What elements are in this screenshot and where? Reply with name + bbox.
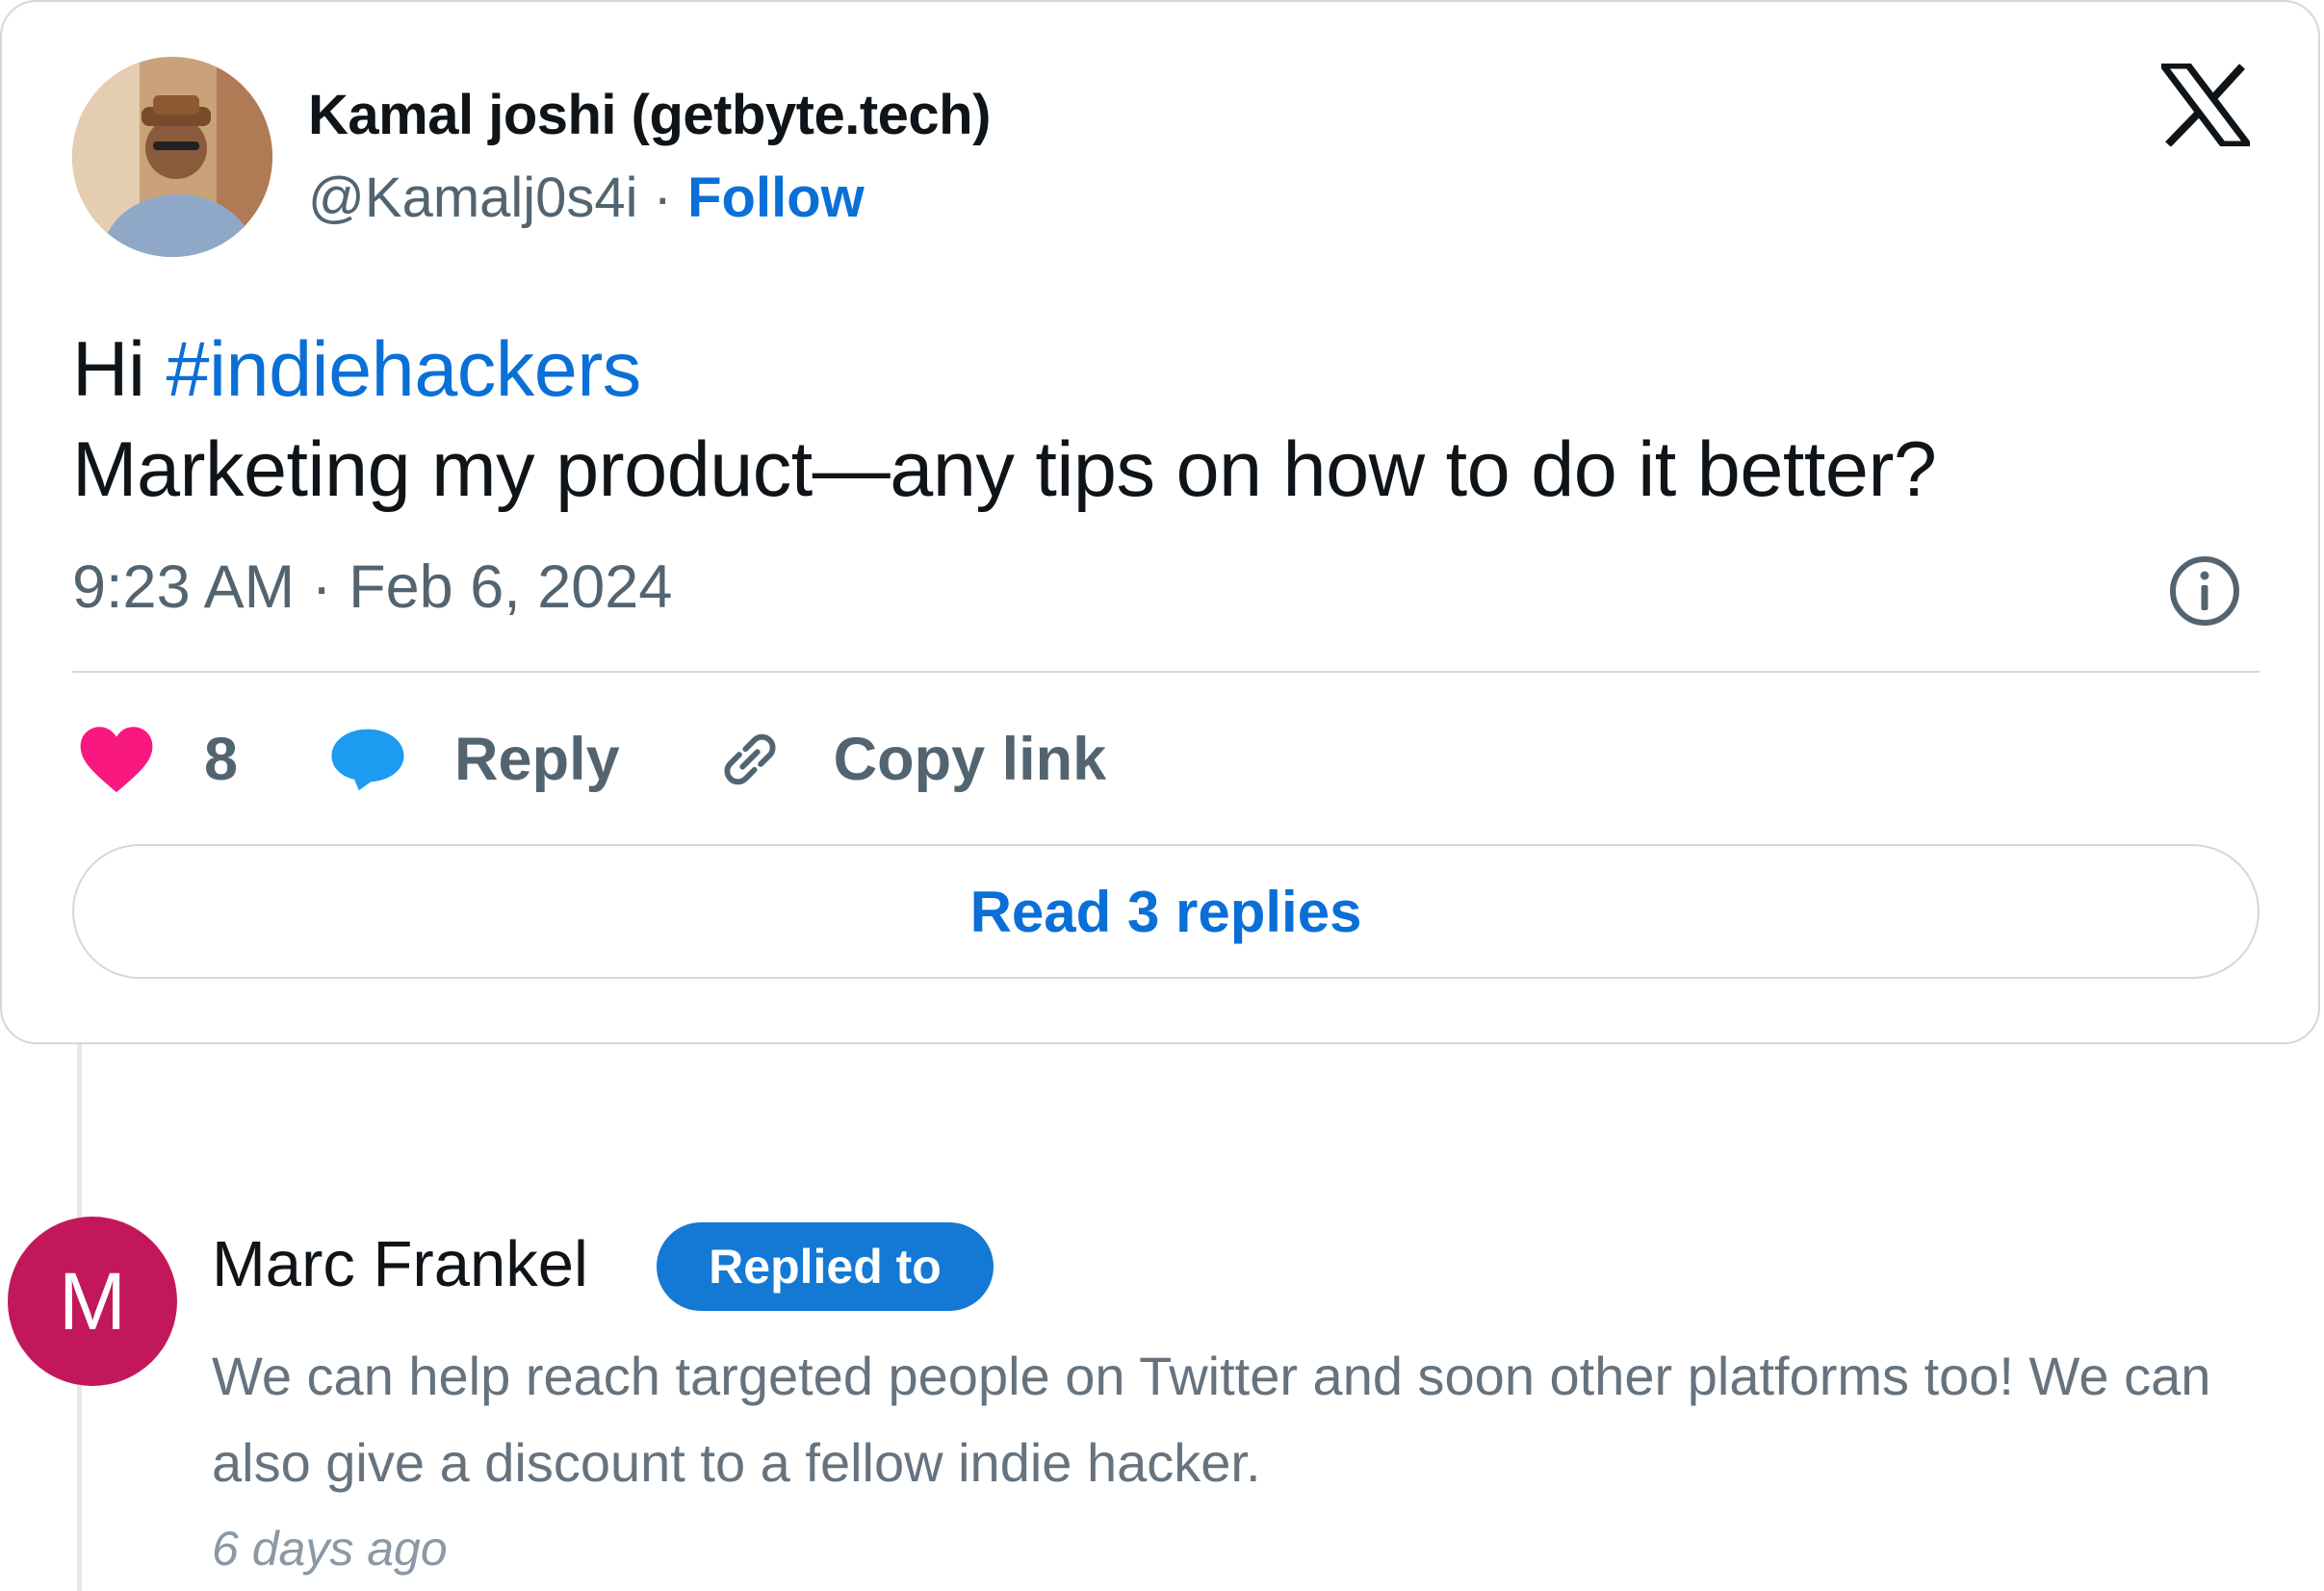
reply-button[interactable]: Reply xyxy=(329,725,620,794)
author-avatar-image xyxy=(72,57,272,257)
replied-to-badge: Replied to xyxy=(657,1222,994,1311)
author-avatar[interactable] xyxy=(72,57,272,257)
tweet-divider xyxy=(72,671,2259,673)
heart-icon xyxy=(80,727,153,793)
x-logo-icon[interactable] xyxy=(2156,62,2256,148)
info-icon[interactable] xyxy=(2168,554,2241,628)
copy-link-label: Copy link xyxy=(833,726,1107,793)
like-count: 8 xyxy=(204,726,239,793)
author-handle[interactable]: @Kamalj0s4i xyxy=(308,167,638,229)
reply-label: Reply xyxy=(454,726,620,793)
read-replies-button[interactable]: Read 3 replies xyxy=(72,844,2259,979)
author-name[interactable]: Kamal joshi (getbyte.tech) xyxy=(308,83,991,147)
tweet-text: Hi #indiehackers Marketing my product—an… xyxy=(72,320,2248,520)
tweet-body-line: Marketing my product—any tips on how to … xyxy=(72,426,1937,513)
speech-bubble-icon xyxy=(331,729,404,791)
tweet-timestamp[interactable]: 9:23 AM · Feb 6, 2024 xyxy=(72,552,672,622)
reply-author-name[interactable]: Marc Frankel xyxy=(212,1227,588,1301)
tweet-card: Kamal joshi (getbyte.tech) @Kamalj0s4i ·… xyxy=(0,0,2320,1044)
reply-text: We can help reach targeted people on Twi… xyxy=(212,1346,2211,1493)
handle-separator: · xyxy=(637,167,688,229)
copy-link-button[interactable]: Copy link xyxy=(714,724,1107,795)
tweet-first-line: Hi #indiehackers xyxy=(72,320,2248,420)
reply-timestamp: 6 days ago xyxy=(212,1522,448,1576)
reply-avatar[interactable]: M xyxy=(8,1217,177,1386)
hashtag-link[interactable]: #indiehackers xyxy=(167,326,642,413)
embedded-tweet-page: Kamal joshi (getbyte.tech) @Kamalj0s4i ·… xyxy=(0,0,2324,1591)
tweet-text-prefix: Hi xyxy=(72,326,167,413)
follow-link[interactable]: Follow xyxy=(687,167,865,229)
tweet-actions: 8 Reply Copy link xyxy=(79,722,1106,797)
link-icon xyxy=(724,733,776,785)
like-button[interactable]: 8 xyxy=(79,725,238,794)
author-handle-row: @Kamalj0s4i · Follow xyxy=(308,166,865,230)
